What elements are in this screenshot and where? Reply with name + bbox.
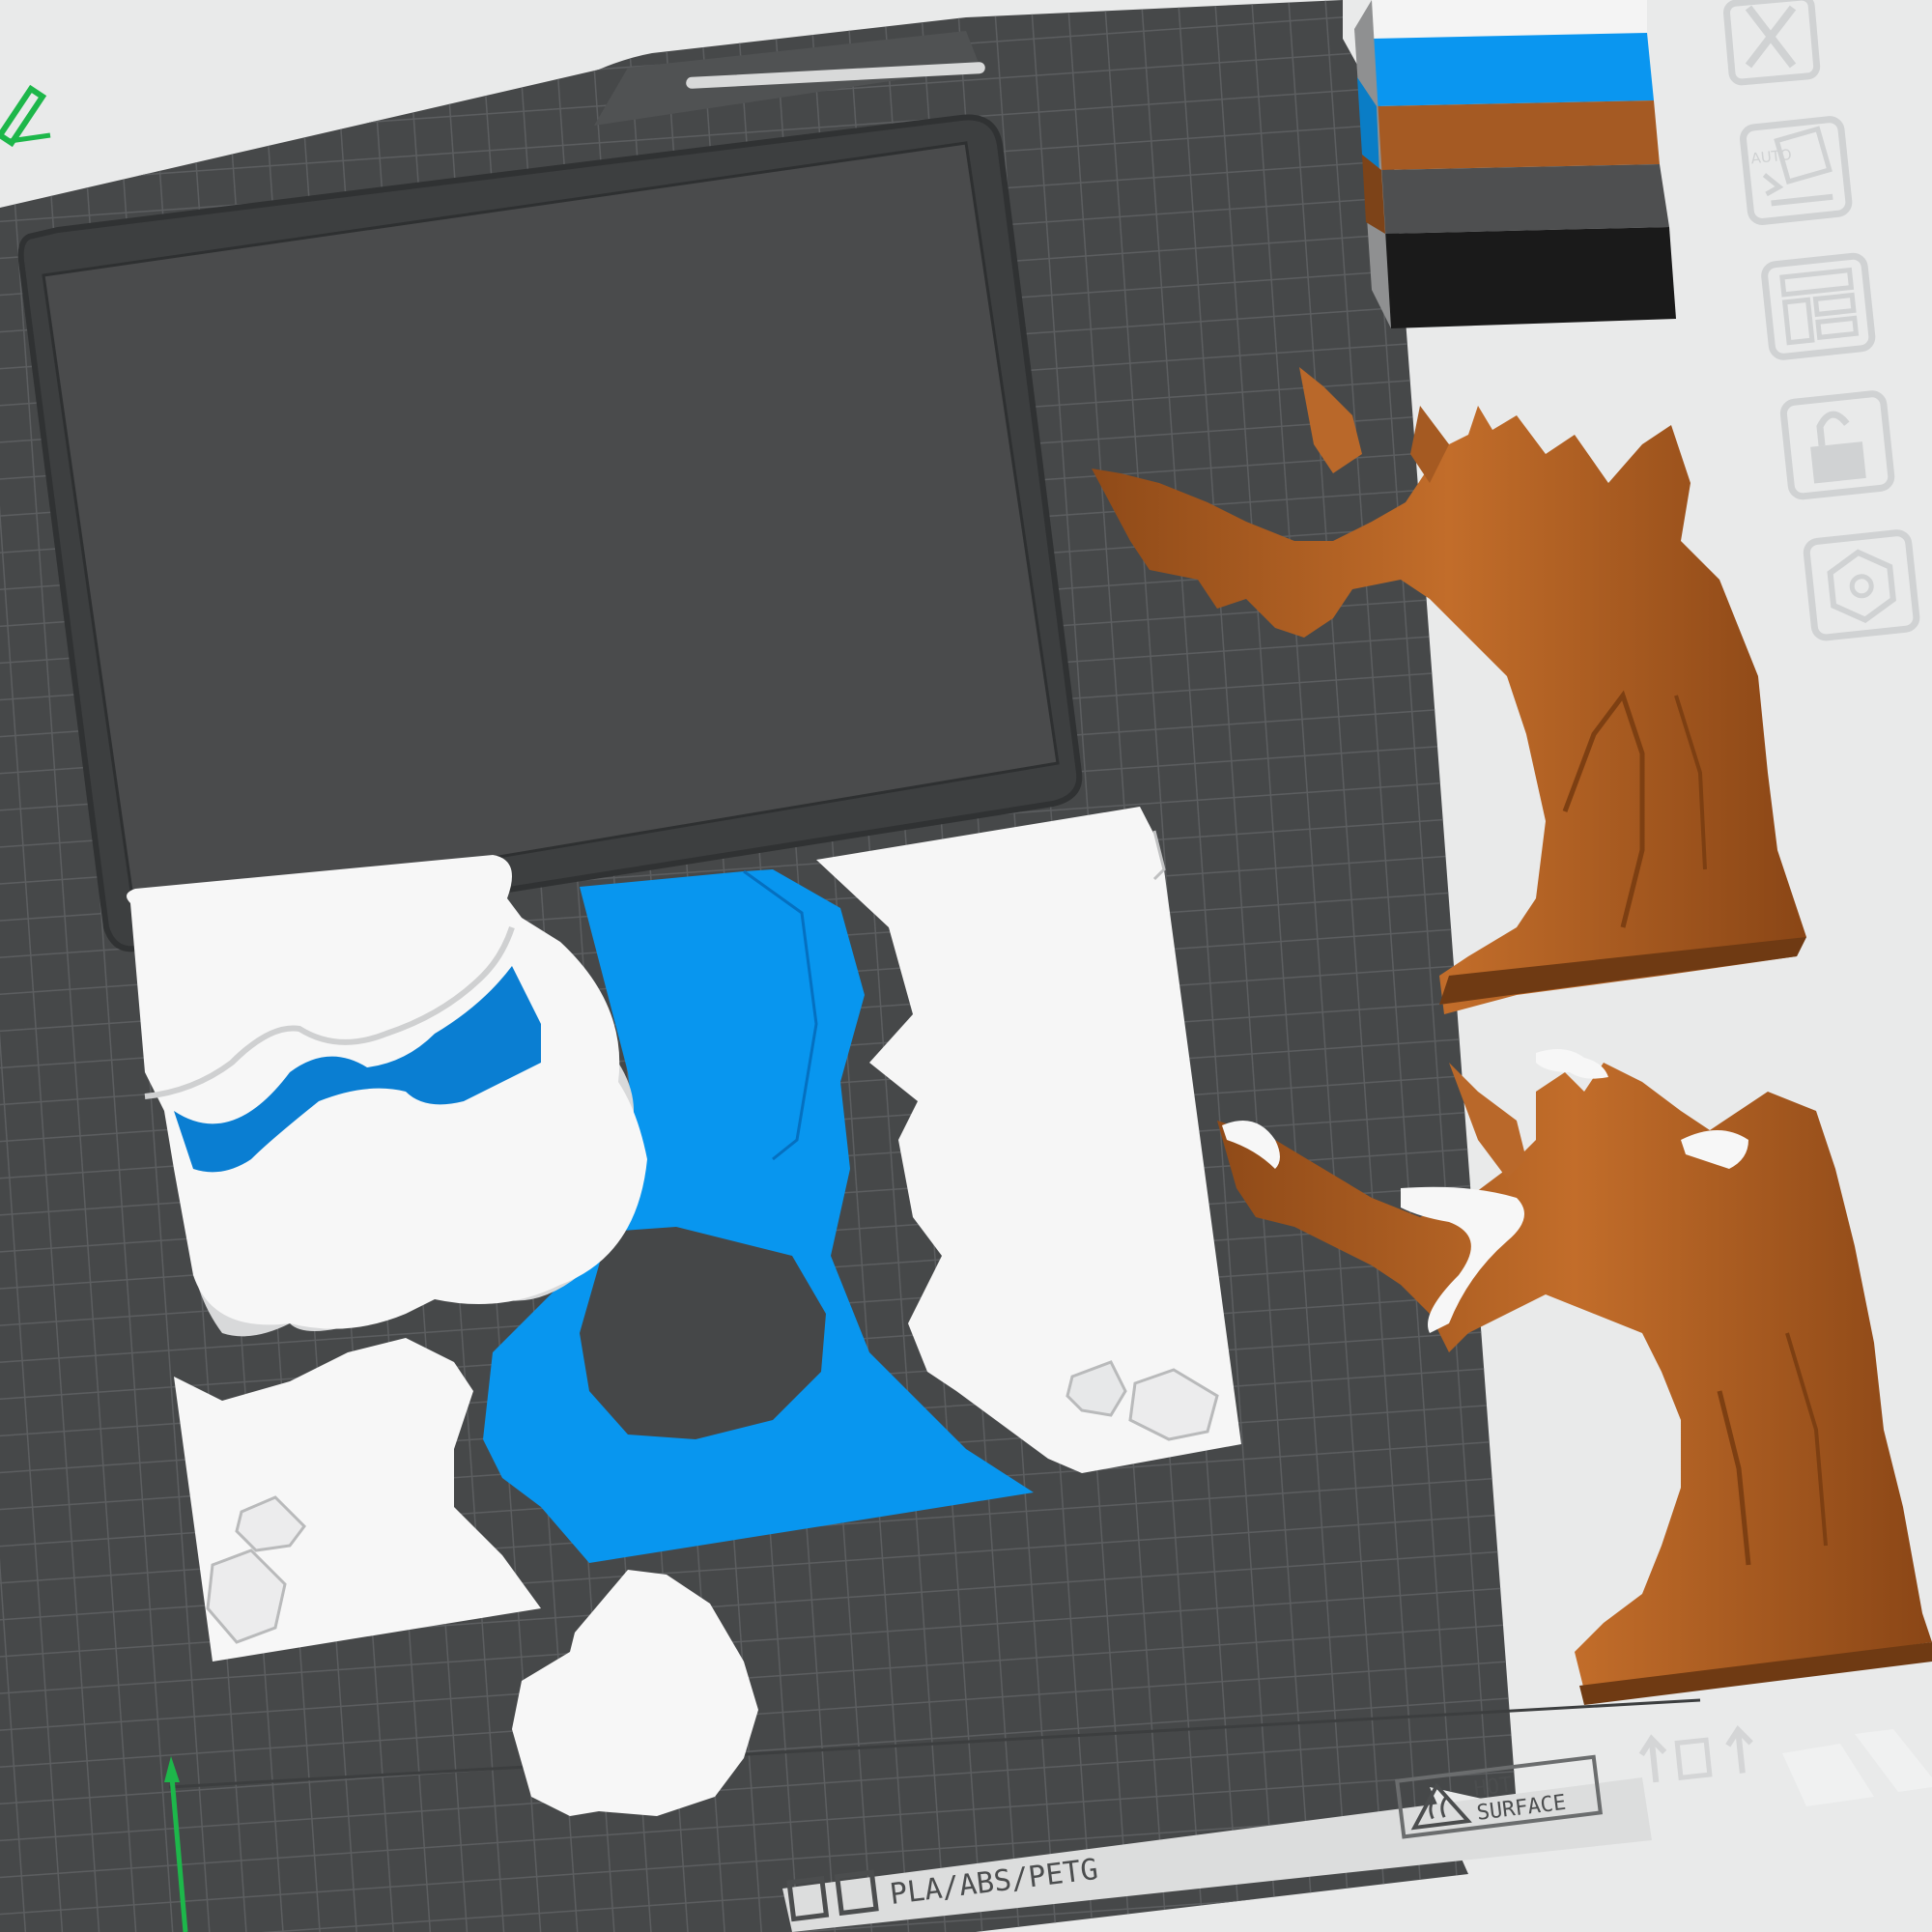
arrange-icon [1779,267,1860,346]
edit-pencil-icon[interactable] [0,84,51,148]
hex-nut-icon [1827,549,1896,624]
tray-model[interactable] [17,114,1083,952]
arrange-tool[interactable] [1761,252,1876,360]
unlock-icon [1810,411,1866,484]
close-tool[interactable] [1723,0,1821,86]
auto-orient-tool[interactable]: AUTO [1740,116,1853,225]
plate-side-icons [1638,1724,1753,1783]
filament-color-cube[interactable] [1354,0,1676,328]
right-toolbar: AUTO [1723,0,1920,641]
close-icon [1745,5,1797,69]
settings-tool[interactable] [1803,529,1920,641]
build-plate-viewport[interactable]: AUTO HOT SURFACE PLA/ABS/PETG [0,0,1932,1932]
lock-tool[interactable] [1779,390,1895,500]
auto-label: AUTO [1750,146,1793,167]
